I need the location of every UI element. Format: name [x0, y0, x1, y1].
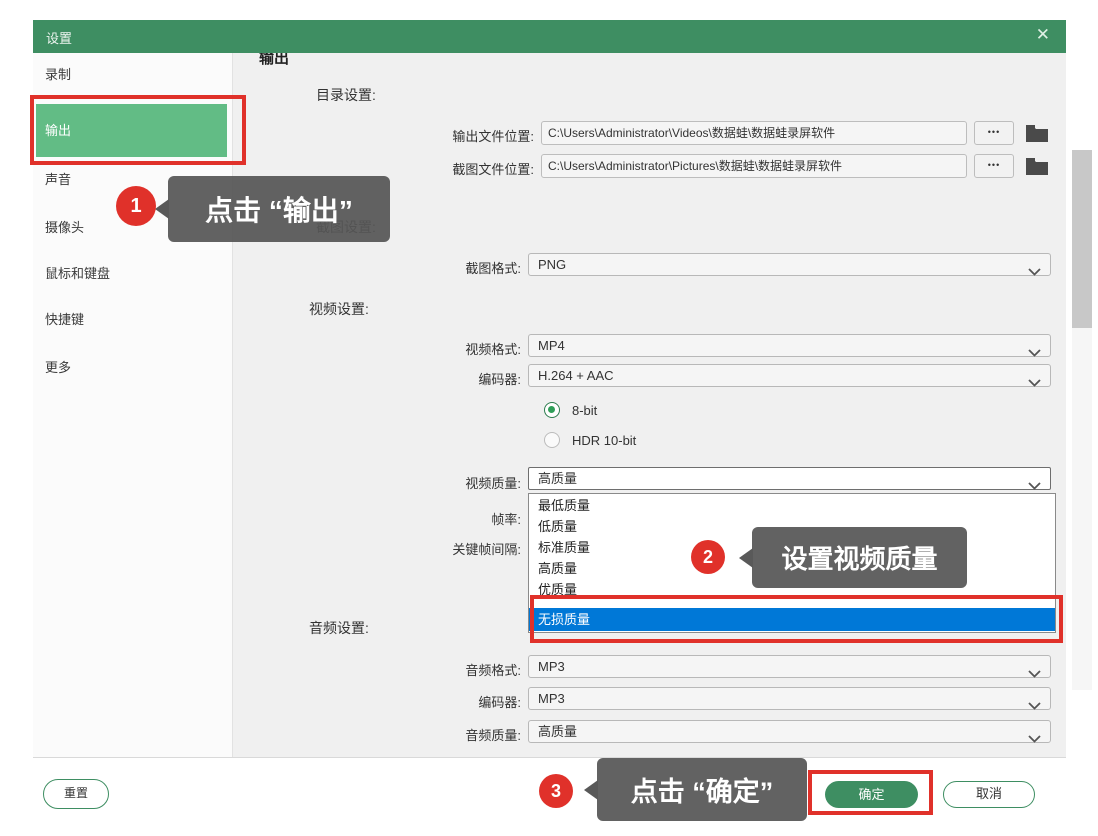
sidebar-item-hotkeys[interactable]: 快捷键 [33, 308, 232, 332]
group-audio-settings: 音频设置: [309, 618, 369, 638]
audio-quality-select[interactable]: 高质量 [528, 720, 1051, 743]
chevron-down-icon [1028, 663, 1041, 684]
audio-format-label: 音频格式: [341, 660, 521, 679]
annotation-box-output-tab [30, 95, 246, 165]
open-screenshot-folder-button[interactable] [1024, 154, 1054, 178]
video-quality-select[interactable]: 高质量 [528, 467, 1051, 490]
audio-encoder-label: 编码器: [341, 692, 521, 711]
scrollbar-thumb[interactable] [1072, 150, 1092, 328]
annotation-step2-tooltip: 设置视频质量 [752, 527, 967, 588]
dropdown-option-lowest[interactable]: 最低质量 [529, 495, 1055, 516]
screenshot-format-value: PNG [538, 257, 566, 272]
audio-format-value: MP3 [538, 659, 565, 674]
keyframe-interval-label: 关键帧间隔: [341, 539, 521, 558]
group-video-settings: 视频设置: [309, 299, 369, 319]
open-output-folder-button[interactable] [1024, 121, 1054, 145]
annotation-step3-tooltip: 点击 “确定” [597, 758, 807, 821]
browse-screenshot-button[interactable]: ••• [974, 154, 1014, 178]
chevron-down-icon [1028, 261, 1041, 282]
video-format-value: MP4 [538, 338, 565, 353]
chevron-down-icon [1028, 728, 1041, 749]
folder-icon [1024, 165, 1050, 182]
reset-button[interactable]: 重置 [43, 779, 109, 809]
page-title: 输出 [259, 53, 289, 68]
output-path-label: 输出文件位置: [354, 126, 534, 145]
group-directory-settings: 目录设置: [316, 85, 376, 105]
sidebar-item-mouse-keyboard[interactable]: 鼠标和键盘 [33, 262, 232, 286]
screenshot-format-select[interactable]: PNG [528, 253, 1051, 276]
close-icon[interactable]: ✕ [1036, 25, 1050, 45]
annotation-step3-badge: 3 [539, 774, 573, 808]
radio-hdr10bit-label: HDR 10-bit [572, 433, 636, 448]
audio-format-select[interactable]: MP3 [528, 655, 1051, 678]
browse-output-button[interactable]: ••• [974, 121, 1014, 145]
audio-quality-value: 高质量 [538, 724, 577, 739]
radio-8bit-label: 8-bit [572, 403, 597, 418]
audio-encoder-value: MP3 [538, 691, 565, 706]
output-path-field[interactable]: C:\Users\Administrator\Videos\数据蛙\数据蛙录屏软… [541, 121, 967, 145]
audio-quality-label: 音频质量: [341, 725, 521, 744]
radio-8bit[interactable] [544, 402, 560, 418]
framerate-label: 帧率: [341, 509, 521, 528]
annotation-box-ok-button [808, 770, 933, 815]
radio-hdr10bit[interactable] [544, 432, 560, 448]
screenshot-path-field[interactable]: C:\Users\Administrator\Pictures\数据蛙\数据蛙录… [541, 154, 967, 178]
video-encoder-select[interactable]: H.264 + AAC [528, 364, 1051, 387]
annotation-step2-badge: 2 [691, 540, 725, 574]
video-format-select[interactable]: MP4 [528, 334, 1051, 357]
video-encoder-label: 编码器: [341, 369, 521, 388]
sidebar-item-more[interactable]: 更多 [33, 356, 232, 380]
dialog-title: 设置 [46, 28, 72, 47]
screenshot-format-label: 截图格式: [341, 258, 521, 277]
annotation-step1-badge: 1 [116, 186, 156, 226]
chevron-down-icon [1028, 342, 1041, 363]
video-encoder-value: H.264 + AAC [538, 368, 614, 383]
cancel-button[interactable]: 取消 [943, 781, 1035, 808]
sidebar-item-record[interactable]: 录制 [33, 63, 232, 87]
chevron-down-icon [1028, 695, 1041, 716]
video-format-label: 视频格式: [341, 339, 521, 358]
titlebar: 设置 ✕ [33, 20, 1066, 53]
annotation-step1-tooltip: 点击 “输出” [168, 176, 390, 242]
folder-icon [1024, 132, 1050, 149]
audio-encoder-select[interactable]: MP3 [528, 687, 1051, 710]
chevron-down-icon [1028, 372, 1041, 393]
video-quality-value: 高质量 [538, 471, 577, 486]
content-panel: 输出 目录设置: 输出文件位置: C:\Users\Administrator\… [232, 53, 1066, 757]
video-quality-label: 视频质量: [341, 473, 521, 492]
annotation-box-lossless-option [530, 595, 1063, 643]
